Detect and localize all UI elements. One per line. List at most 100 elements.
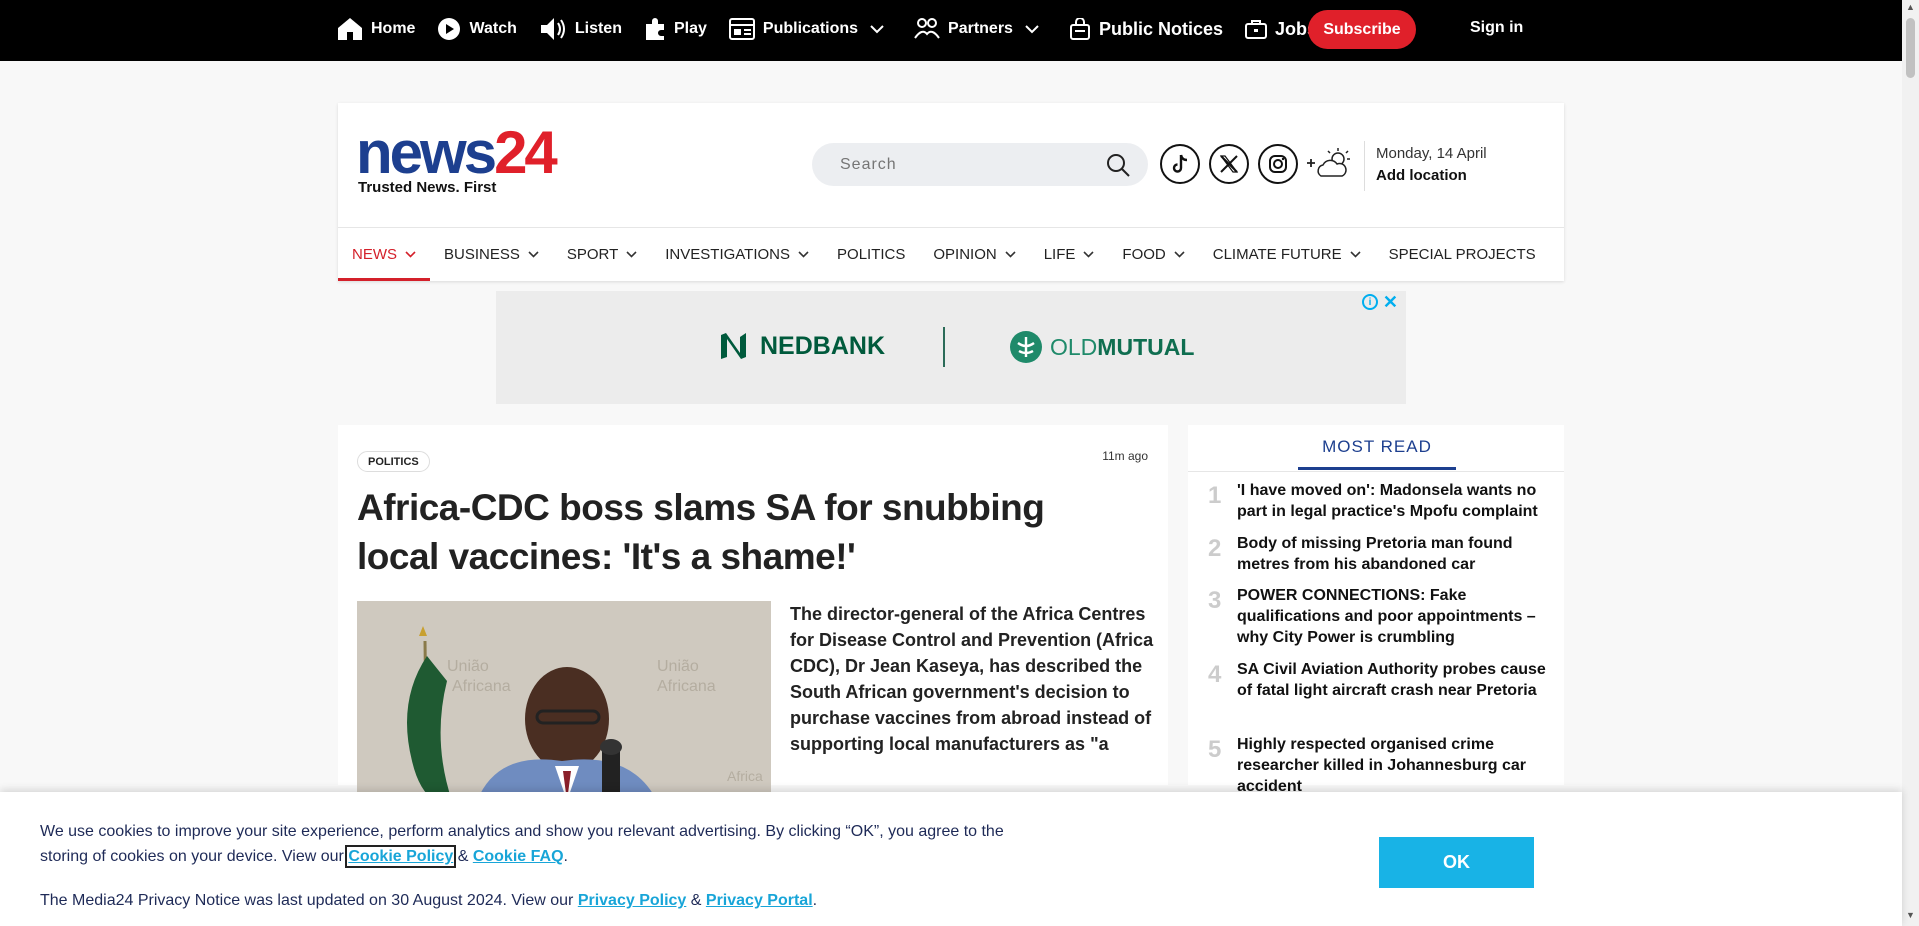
most-read-headline[interactable]: Highly respected organised crime researc… (1237, 734, 1557, 797)
top-nav-watch-label: Watch (469, 20, 517, 37)
main-nav-item-sport[interactable]: SPORT (553, 228, 651, 281)
top-nav-publications[interactable]: Publications (728, 18, 892, 40)
add-location-link[interactable]: Add location (1376, 167, 1467, 184)
chevron-down-icon (1350, 251, 1361, 258)
main-nav-item-opinion[interactable]: OPINION (919, 228, 1029, 281)
privacy-policy-link[interactable]: Privacy Policy (578, 892, 687, 909)
top-bar: Home Watch Listen Play Publications Part… (0, 0, 1919, 61)
most-read-headline[interactable]: SA Civil Aviation Authority probes cause… (1237, 659, 1557, 701)
top-nav-play[interactable]: Play (644, 17, 707, 41)
lead-article-card: POLITICS 11m ago Africa-CDC boss slams S… (338, 425, 1168, 801)
main-nav-item-news[interactable]: NEWS (338, 228, 430, 281)
main-nav-label: INVESTIGATIONS (665, 246, 791, 263)
subscribe-button[interactable]: Subscribe (1308, 10, 1416, 49)
svg-text:Africana: Africana (657, 678, 716, 695)
most-read-rank: 3 (1208, 587, 1222, 614)
scroll-up-arrow-icon[interactable]: ▲ (1904, 2, 1917, 14)
cookie-faq-link[interactable]: Cookie FAQ (473, 848, 564, 865)
tiktok-link[interactable] (1160, 144, 1200, 184)
privacy-period: . (812, 892, 818, 909)
svg-text:União: União (447, 658, 489, 675)
chevron-down-icon (1005, 251, 1016, 258)
privacy-portal-link[interactable]: Privacy Portal (706, 892, 813, 909)
search-box (812, 143, 1148, 186)
logo-part-24: 24 (494, 119, 558, 186)
logo-part-news: news (356, 119, 497, 186)
most-read-rank: 4 (1208, 661, 1222, 688)
puzzle-icon (645, 18, 664, 40)
page-scrollbar[interactable] (1902, 0, 1919, 926)
speaker-icon (540, 18, 565, 40)
newspaper-icon (728, 18, 755, 40)
briefcase-icon (1244, 20, 1267, 39)
svg-text:União: União (657, 658, 699, 675)
x-link[interactable] (1209, 144, 1249, 184)
top-nav-public-notices[interactable]: Public Notices (1069, 18, 1223, 40)
main-nav-item-food[interactable]: FOOD (1108, 228, 1198, 281)
main-nav-label: FOOD (1122, 246, 1166, 263)
top-nav-listen-label: Listen (574, 20, 622, 37)
main-nav-item-climate-future[interactable]: CLIMATE FUTURE (1199, 228, 1375, 281)
svg-text:Africana: Africana (452, 678, 511, 695)
main-nav-label: BUSINESS (444, 246, 520, 263)
ad-info-icon[interactable]: i (1362, 294, 1378, 310)
site-header: news24 Trusted News. First Monday, 14 Ap… (338, 103, 1564, 281)
article-headline[interactable]: Africa-CDC boss slams SA for snubbing lo… (357, 483, 1097, 581)
news24-logo[interactable]: news24 Trusted News. First (356, 123, 558, 197)
top-nav-jobs[interactable]: Jobs (1244, 19, 1317, 40)
main-nav-item-investigations[interactable]: INVESTIGATIONS (651, 228, 823, 281)
most-read-tab[interactable]: MOST READ (1298, 437, 1456, 470)
search-icon[interactable] (1106, 153, 1130, 177)
main-nav-item-business[interactable]: BUSINESS (430, 228, 553, 281)
sign-in-link[interactable]: Sign in (1470, 19, 1523, 37)
article-summary: The director-general of the Africa Centr… (790, 604, 1154, 754)
weather-sun-cloud-icon (1307, 148, 1350, 177)
main-nav-item-special-projects[interactable]: SPECIAL PROJECTS (1375, 228, 1550, 281)
header-divider (1364, 141, 1365, 191)
old-mutual-wordmark-bold: MUTUAL (1097, 333, 1195, 360)
article-image[interactable]: União Africana União Africana Africa (357, 601, 771, 801)
top-nav-watch[interactable]: Watch (437, 17, 517, 41)
play-circle-icon (438, 18, 461, 40)
article-photo: União Africana União Africana Africa (357, 601, 771, 801)
instagram-icon (1269, 155, 1287, 173)
main-nav-label: OPINION (933, 246, 997, 263)
weather-add-location[interactable] (1304, 143, 1356, 188)
search-input[interactable] (840, 155, 1090, 174)
cookie-consent-banner: We use cookies to improve your site expe… (0, 792, 1902, 926)
top-nav-play-label: Play (673, 20, 707, 37)
top-nav-home-label: Home (371, 20, 416, 37)
top-nav-public-notices-label: Public Notices (1098, 18, 1223, 39)
most-read-headline[interactable]: 'I have moved on': Madonsela wants no pa… (1237, 480, 1557, 522)
top-nav-partners-label: Partners (948, 20, 1013, 37)
top-nav-listen[interactable]: Listen (539, 16, 622, 42)
main-nav-label: LIFE (1043, 246, 1076, 263)
cookie-ok-button[interactable]: OK (1379, 837, 1534, 888)
chevron-down-icon (1174, 251, 1185, 258)
scroll-down-arrow-icon[interactable]: ▼ (1904, 910, 1917, 922)
advertisement-banner[interactable]: NEDBANK OLD MUTUAL i ✕ (496, 291, 1406, 404)
main-nav-item-politics[interactable]: POLITICS (823, 228, 919, 281)
main-nav-label: SPECIAL PROJECTS (1388, 246, 1536, 263)
most-read-headline[interactable]: Body of missing Pretoria man found metre… (1237, 533, 1557, 575)
main-nav-label: POLITICS (837, 246, 906, 263)
top-nav-partners[interactable]: Partners (914, 16, 1047, 42)
scrollbar-thumb[interactable] (1906, 18, 1915, 78)
privacy-notice-text: The Media24 Privacy Notice was last upda… (40, 892, 817, 910)
chevron-down-icon (1025, 24, 1039, 33)
tiktok-icon (1172, 154, 1188, 173)
notice-bag-icon (1069, 18, 1090, 40)
top-nav-home[interactable]: Home (337, 17, 415, 41)
ad-close-icon[interactable]: ✕ (1383, 292, 1398, 313)
nedbank-wordmark: NEDBANK (760, 331, 885, 360)
article-category-tag[interactable]: POLITICS (357, 451, 430, 472)
instagram-link[interactable] (1258, 144, 1298, 184)
cookie-ampersand: & (457, 848, 469, 865)
people-icon (914, 18, 940, 39)
logo-wordmark: news24 (356, 123, 558, 183)
main-nav-item-life[interactable]: LIFE (1030, 228, 1109, 281)
most-read-headline[interactable]: POWER CONNECTIONS: Fake qualifications a… (1237, 585, 1557, 648)
nedbank-mark-icon (721, 333, 746, 359)
top-nav-publications-label: Publications (762, 20, 859, 37)
cookie-policy-link[interactable]: Cookie Policy (345, 845, 457, 868)
